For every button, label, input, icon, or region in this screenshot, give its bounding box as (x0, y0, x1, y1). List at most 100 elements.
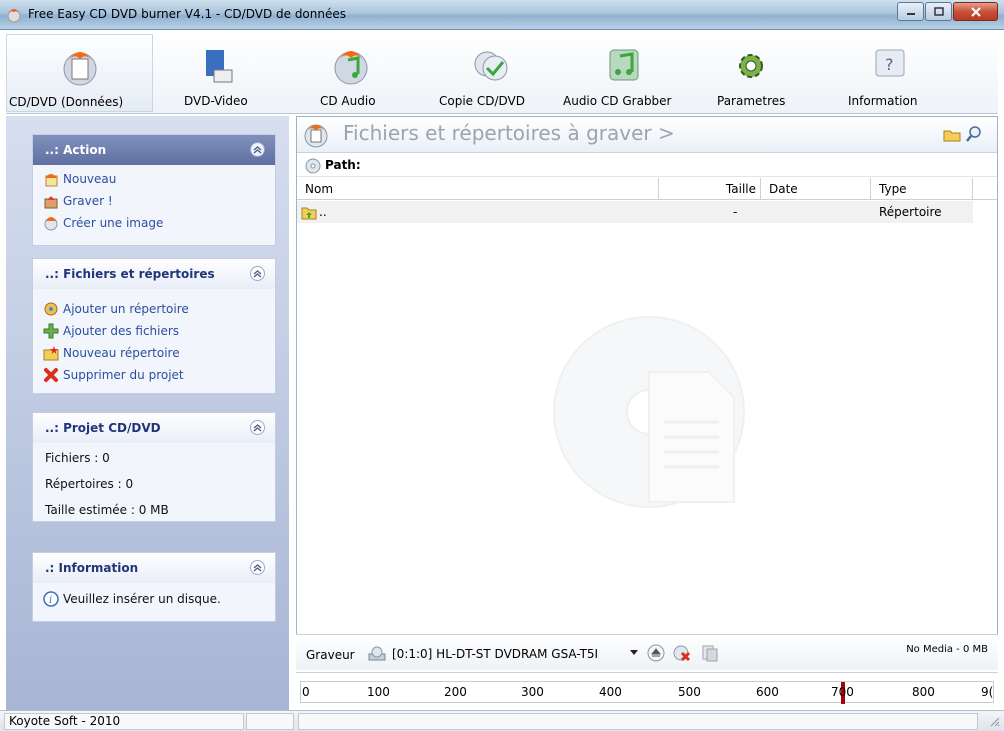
resize-grip-icon[interactable] (988, 715, 1000, 727)
audio-grabber-icon (609, 49, 638, 81)
row-name: .. (319, 205, 327, 219)
burner-bar: Graveur [0:1:0] HL-DT-ST DVDRAM GSA-T5I … (296, 634, 998, 670)
title-bar: Free Easy CD DVD burner V4.1 - CD/DVD de… (0, 0, 1004, 30)
table-row[interactable]: .. - Répertoire (297, 201, 973, 223)
toolbar-cd-dvd-data[interactable]: CD/DVD (Données) (6, 34, 153, 112)
file-browser: Fichiers et répertoires à graver > Path:… (296, 116, 998, 670)
ruler-tick: 9( (981, 685, 994, 699)
action-graver[interactable]: Graver ! (33, 191, 275, 213)
toolbar-cd-audio[interactable]: CD Audio (311, 34, 391, 112)
group-title: .: Information (45, 561, 139, 575)
column-nom[interactable]: Nom (297, 178, 659, 200)
folder-icon[interactable] (943, 128, 961, 142)
column-headers: Nom Taille Date Type (297, 178, 997, 200)
toolbar-copy-cd[interactable]: Copie CD/DVD (436, 34, 546, 112)
new-icon (45, 174, 58, 187)
ruler-tick: 100 (367, 685, 390, 699)
disc-info-icon[interactable] (700, 643, 720, 663)
files-add-files[interactable]: Ajouter des fichiers (33, 321, 275, 343)
drive-select[interactable]: [0:1:0] HL-DT-ST DVDRAM GSA-T5I (366, 641, 638, 667)
drive-icon (368, 646, 386, 661)
path-label: Path: (325, 158, 361, 172)
column-taille[interactable]: Taille (659, 178, 761, 200)
project-estimated-size: Taille estimée : 0 MB (45, 503, 169, 517)
window-title: Free Easy CD DVD burner V4.1 - CD/DVD de… (28, 7, 346, 21)
collapse-icon[interactable] (250, 560, 265, 575)
status-panel (298, 713, 978, 730)
chevron-down-icon (630, 650, 638, 655)
toolbar-label: Parametres (717, 94, 786, 108)
files-new-folder[interactable]: Nouveau répertoire (33, 343, 275, 365)
close-icon (970, 6, 981, 17)
project-folders-count: Répertoires : 0 (45, 477, 134, 491)
ruler-tick: 200 (444, 685, 467, 699)
toolbar-label: CD/DVD (Données) (9, 95, 124, 109)
parent-folder-icon (301, 207, 317, 220)
minimize-icon (906, 12, 915, 15)
cd-audio-icon (334, 51, 368, 85)
collapse-icon[interactable] (250, 142, 265, 157)
toolbar-dvd-video[interactable]: DVD-Video (176, 34, 256, 112)
eject-icon[interactable] (646, 643, 666, 663)
collapse-icon[interactable] (250, 420, 265, 435)
add-folder-icon (44, 302, 58, 316)
info-icon: i (43, 591, 59, 607)
cd-burn-icon (304, 124, 328, 148)
info-message: i Veuillez insérer un disque. (33, 589, 275, 611)
help-icon: ? (875, 49, 905, 77)
disc-icon (305, 158, 321, 174)
ruler-tick: 500 (678, 685, 701, 699)
group-title: ..: Fichiers et répertoires (45, 267, 215, 281)
column-date[interactable]: Date (761, 178, 871, 200)
action-nouveau[interactable]: Nouveau (33, 169, 275, 191)
project-group: ..: Projet CD/DVD Fichiers : 0 Répertoir… (32, 412, 276, 522)
dvd-video-icon (206, 50, 233, 83)
status-bar: Koyote Soft - 2010 (0, 710, 1004, 731)
capacity-ruler: 0 100 200 300 400 500 600 700 800 9( (296, 672, 998, 708)
group-title: ..: Action (45, 143, 107, 157)
action-group: ..: Action Nouveau Graver ! Créer une im… (32, 134, 276, 246)
files-group: ..: Fichiers et répertoires Ajouter un r… (32, 258, 276, 394)
ruler-tick: 0 (302, 685, 310, 699)
toolbar-audio-cd-grabber[interactable]: Audio CD Grabber (561, 34, 686, 112)
ruler-tick: 700 (831, 685, 854, 699)
svg-text:i: i (49, 595, 52, 606)
search-icon[interactable] (965, 125, 983, 143)
cd-data-icon (63, 52, 96, 86)
collapse-icon[interactable] (250, 266, 265, 281)
project-group-header[interactable]: ..: Projet CD/DVD (33, 413, 275, 443)
copy-cd-icon (474, 51, 508, 81)
ruler-tick: 300 (521, 685, 544, 699)
new-folder-icon (43, 346, 59, 361)
files-add-folder[interactable]: Ajouter un répertoire (33, 299, 275, 321)
svg-text:?: ? (885, 55, 894, 74)
group-title: ..: Projet CD/DVD (45, 421, 161, 435)
browser-title: Fichiers et répertoires à graver > (343, 121, 675, 145)
minimize-button[interactable] (897, 2, 924, 21)
close-button[interactable] (953, 2, 998, 21)
files-delete[interactable]: Supprimer du projet (33, 365, 275, 387)
main-toolbar: CD/DVD (Données) DVD-Video CD Audio Copi… (6, 32, 998, 114)
info-group-header[interactable]: .: Information (33, 553, 275, 583)
status-panel (246, 713, 294, 730)
maximize-button[interactable] (925, 2, 952, 21)
toolbar-parametres[interactable]: Parametres (706, 34, 796, 112)
toolbar-information[interactable]: ? Information (840, 34, 940, 112)
column-type[interactable]: Type (871, 178, 973, 200)
row-size: - (733, 205, 738, 219)
project-files-count: Fichiers : 0 (45, 451, 110, 465)
erase-disc-icon[interactable] (672, 643, 692, 663)
action-creer-image[interactable]: Créer une image (33, 213, 275, 235)
app-icon (7, 9, 21, 23)
cd-watermark-icon (553, 316, 745, 508)
toolbar-label: Information (848, 94, 918, 108)
ruler-tick: 400 (599, 685, 622, 699)
action-group-header[interactable]: ..: Action (33, 135, 275, 165)
task-pane: ..: Action Nouveau Graver ! Créer une im… (6, 116, 289, 710)
burn-icon (44, 196, 58, 209)
media-status: No Media - 0 MB (906, 644, 988, 655)
create-image-icon (44, 217, 58, 231)
gear-icon (739, 54, 763, 78)
files-group-header[interactable]: ..: Fichiers et répertoires (33, 259, 275, 289)
ruler-tick: 600 (756, 685, 779, 699)
